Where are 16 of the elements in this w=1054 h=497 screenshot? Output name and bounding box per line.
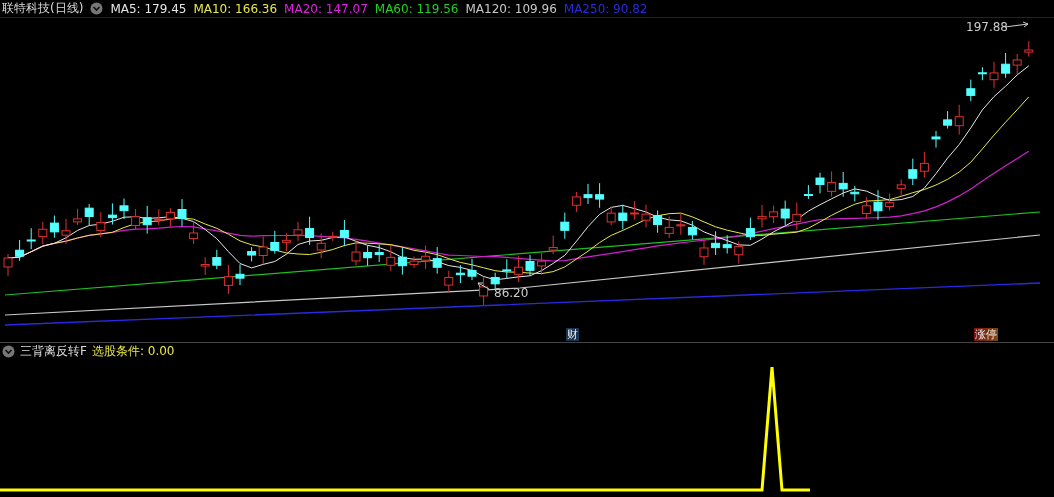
stock-title: 联特科技(日线) — [2, 0, 84, 17]
pointer-arrow-icon — [476, 282, 490, 290]
moving-average-label: MA60: 119.56 — [374, 1, 459, 16]
moving-average-label: MA20: 147.07 — [284, 1, 368, 16]
high-price-label: 197.88 — [966, 20, 1008, 34]
moving-average-label: MA10: 166.36 — [193, 1, 278, 16]
moving-average-label: MA120: 109.96 — [465, 1, 557, 16]
dropdown-icon[interactable] — [90, 2, 104, 15]
indicator-name: 三背离反转F — [20, 342, 87, 360]
event-marker[interactable]: 涨停 — [974, 328, 998, 341]
moving-average-label: MA250: 90.82 — [563, 1, 648, 16]
low-price-label: 86.20 — [494, 286, 529, 300]
event-marker[interactable]: 财 — [566, 328, 579, 341]
indicator-value: 选股条件: 0.00 — [91, 342, 175, 360]
dropdown-icon[interactable] — [2, 344, 15, 358]
moving-average-label: MA5: 179.45 — [110, 1, 187, 16]
